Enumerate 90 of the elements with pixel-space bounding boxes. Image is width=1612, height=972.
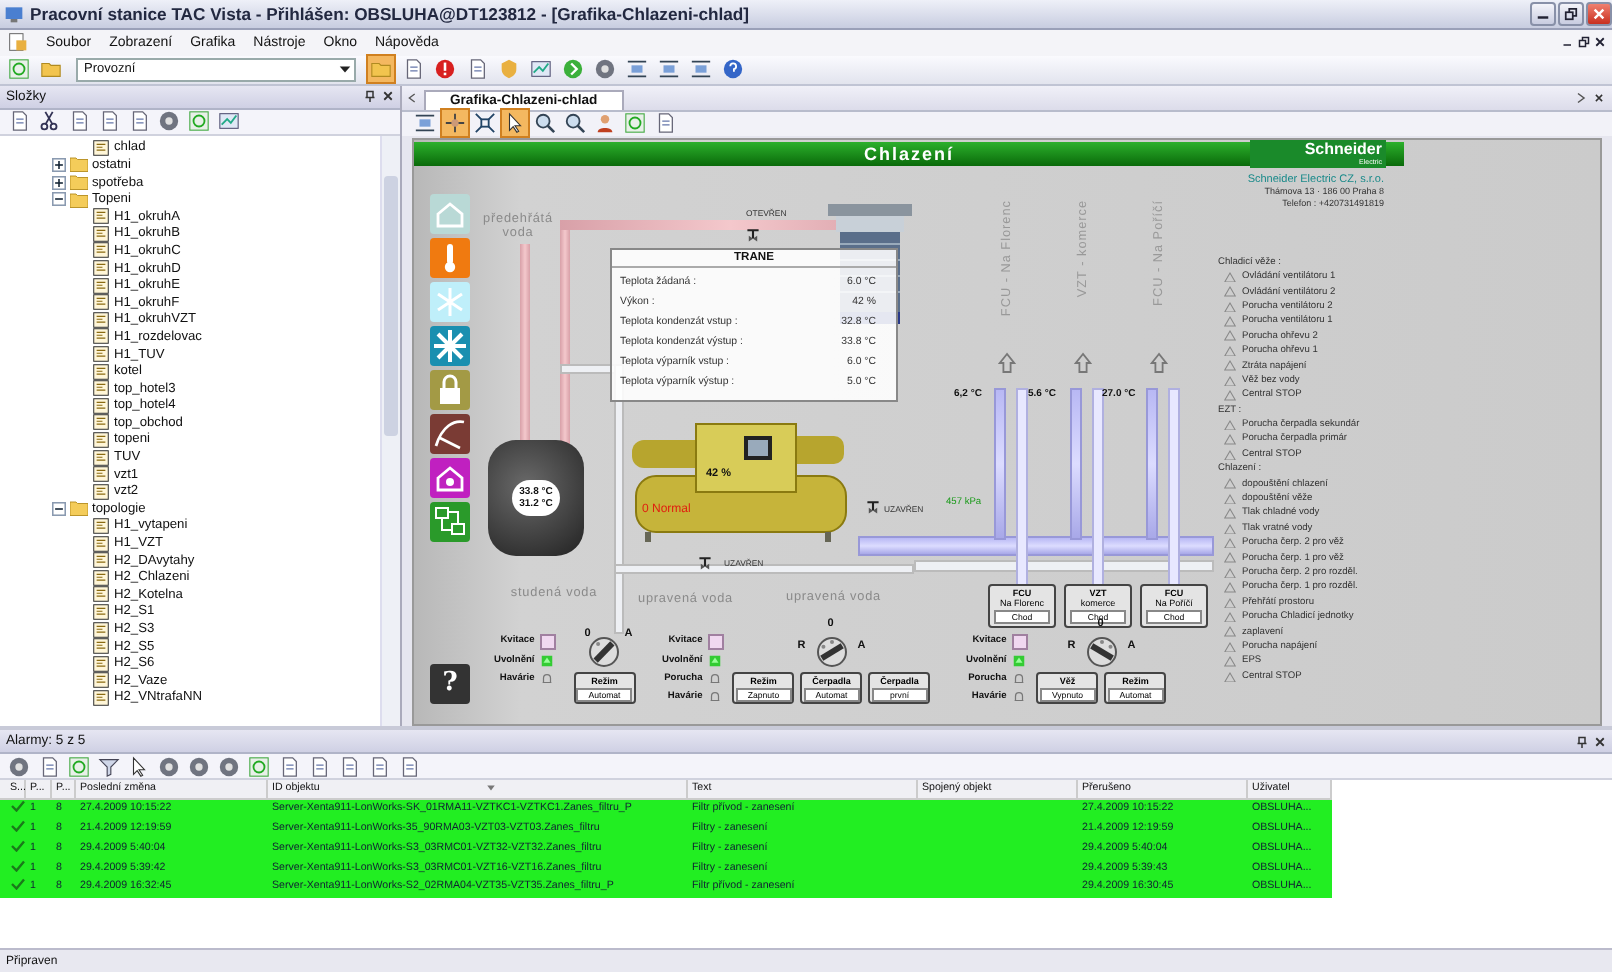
up-arrow-icon [1074,351,1092,374]
align-middle-icon[interactable] [656,56,682,83]
person-icon[interactable] [592,110,618,137]
graphic-file-icon [92,672,110,689]
graphic-file-icon [92,277,110,294]
graphic-file-icon [92,552,110,569]
restore-icon[interactable] [1578,36,1590,49]
restore-button[interactable] [1558,1,1584,26]
graphic-file-icon [92,483,110,500]
close-icon[interactable] [382,90,394,103]
network-icon[interactable] [430,501,470,542]
valve-icon[interactable] [698,551,712,570]
graphic-file-icon [92,380,110,397]
bell-icon [708,689,723,704]
help-icon[interactable] [720,56,746,83]
graphic-file-icon [92,311,110,328]
properties-icon[interactable] [216,108,242,135]
scrollbar[interactable] [380,135,400,727]
stop-icon[interactable] [432,56,458,83]
thermometer-icon[interactable] [430,237,470,278]
bell-icon [1012,671,1027,686]
graphic-file-icon [92,260,110,277]
rotary-switch[interactable] [815,635,848,668]
graphic-file-icon [92,535,110,552]
pan-icon[interactable] [442,110,468,137]
close-icon [1592,5,1606,22]
scroll-left-icon[interactable] [408,91,416,104]
acknowledge-checkbox[interactable] [1012,633,1029,650]
graphic-file-icon [92,208,110,225]
bell-icon [708,671,723,686]
zoom-in-icon[interactable] [532,110,558,137]
align-bottom-icon[interactable] [688,56,714,83]
graphic-file-icon [92,139,110,156]
collapse-icon[interactable] [52,501,66,516]
acknowledge-checkbox[interactable] [540,633,557,650]
graphic-file-icon [92,638,110,655]
folder-icon [70,500,88,517]
up-arrow-icon [998,351,1016,374]
expand-icon[interactable] [52,157,66,172]
filter-icon[interactable] [96,753,122,780]
graphic-file-icon [92,517,110,534]
minimize-button[interactable] [1530,1,1556,26]
pointer-icon[interactable] [502,110,528,137]
restore-icon [1564,5,1578,22]
acknowledge-checkbox[interactable] [708,633,725,650]
house-gear-icon[interactable] [430,457,470,498]
graphic-file-icon [92,586,110,603]
up-arrow-icon [1150,351,1168,374]
graphic-file-icon [92,449,110,466]
graphic-file-icon [92,655,110,672]
rotary-switch[interactable] [588,635,621,668]
cut-icon[interactable] [36,108,62,135]
bell-icon [1012,689,1027,704]
zoom-out-icon[interactable] [562,110,588,137]
window-title: Pracovní stanice TAC Vista - Přihlášen: OBSLUHA@DT123812 - [Grafika-Chlazeni-chlad] [30,3,750,24]
forward-icon[interactable] [560,56,586,83]
caret-icon [338,62,352,77]
expand-icon[interactable] [52,175,66,190]
graphic-file-icon [92,569,110,586]
close-button[interactable] [1586,1,1612,26]
rotary-switch[interactable] [1085,635,1118,668]
align-top-icon[interactable] [624,56,650,83]
graphic-file-icon [92,431,110,448]
close-icon[interactable] [1594,36,1606,49]
graphic-file-icon [92,466,110,483]
close-icon[interactable] [1594,91,1604,104]
pin-icon[interactable] [1576,735,1588,748]
help-button[interactable]: ? [430,663,470,704]
collapse-icon[interactable] [52,192,66,207]
valve-icon[interactable] [746,223,760,242]
graphic-file-icon [92,294,110,311]
pin-icon[interactable] [364,90,376,103]
fit-icon[interactable] [472,110,498,137]
bell-icon [540,671,555,686]
page-heading: Chlazení [863,143,954,164]
graphic-file-icon [92,397,110,414]
graphic-file-icon [92,225,110,242]
graphic-file-icon [92,363,110,380]
curve-icon[interactable] [430,413,470,454]
valve-icon[interactable] [866,495,880,514]
monitor-icon [4,3,24,24]
graphic-file-icon [92,414,110,431]
scroll-right-icon[interactable] [1576,91,1586,104]
graphic-file-icon [92,328,110,345]
chart-icon[interactable] [528,56,554,83]
graphic-file-icon [92,689,110,706]
graphic-file-icon [92,603,110,620]
fan-icon[interactable] [430,325,470,366]
graphic-file-icon [92,242,110,259]
close-icon[interactable] [1594,735,1606,748]
